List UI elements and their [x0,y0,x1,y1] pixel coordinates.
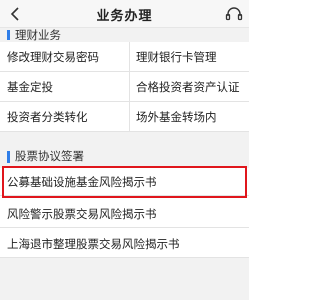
page-title: 业务办理 [96,9,153,24]
finance-bank-card-item[interactable]: 理财银行卡管理 [136,42,249,72]
shanghai-delisting-stock-disclosure[interactable]: 上海退市整理股票交易风险揭示书 [7,230,180,258]
column-divider [129,42,130,72]
bottom-spacer [0,258,249,300]
section-accent-bar [7,151,10,163]
highlight-box [2,166,247,198]
customer-service-icon[interactable] [225,6,243,22]
grid-row: 修改理财交易密码 理财银行卡管理 [0,42,249,72]
section-header-stock-agreements: 股票协议签署 [0,132,249,168]
risk-warning-stock-disclosure[interactable]: 风险警示股票交易风险揭示书 [7,200,157,228]
grid-row: 投资者分类转化 场外基金转场内 [0,102,249,132]
nav-bar: 业务办理 [0,0,249,28]
section-accent-bar [7,30,10,40]
grid-row: 基金定投 合格投资者资产认证 [0,72,249,102]
section-title: 理财业务 [15,28,61,42]
fund-fixed-investment-item[interactable]: 基金定投 [7,72,129,102]
column-divider [129,102,130,132]
investor-classification-item[interactable]: 投资者分类转化 [7,102,129,132]
list-item[interactable]: 上海退市整理股票交易风险揭示书 [0,230,249,258]
modify-finance-password-item[interactable]: 修改理财交易密码 [7,42,129,72]
column-divider [129,72,130,102]
section-title: 股票协议签署 [15,149,84,163]
list-item[interactable]: 风险警示股票交易风险揭示书 [0,200,249,228]
section-header-finance: 理财业务 [0,28,249,42]
otc-fund-transfer-item[interactable]: 场外基金转场内 [136,102,249,132]
qualified-investor-cert-item[interactable]: 合格投资者资产认证 [136,72,249,102]
